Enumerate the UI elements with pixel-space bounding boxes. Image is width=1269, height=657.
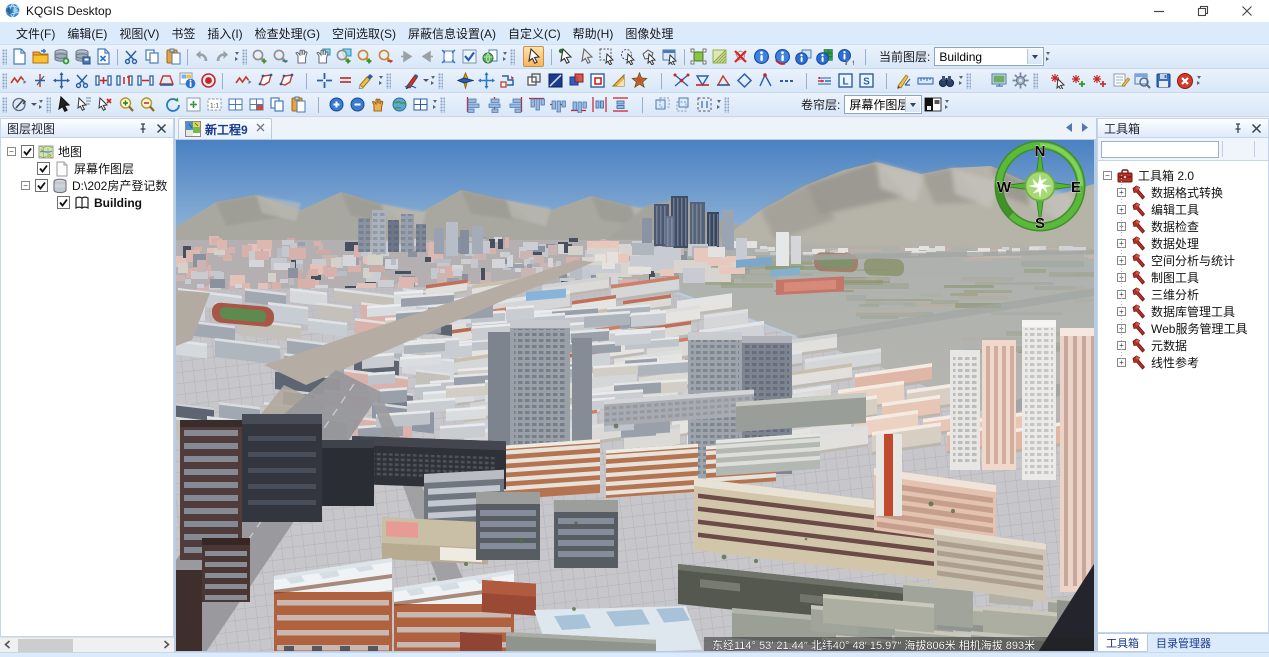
svg-text:S: S [863, 77, 870, 88]
svg-text:1:1: 1:1 [210, 103, 219, 110]
svg-text:N: N [1035, 143, 1046, 160]
svg-text:L: L [842, 77, 848, 88]
svg-text:东经114° 53′ 21.44″ 北纬40° 48′ 1: 东经114° 53′ 21.44″ 北纬40° 48′ 15.97″ 海拔806… [712, 638, 1035, 652]
svg-text:W: W [997, 179, 1012, 196]
svg-text:S: S [1035, 215, 1045, 232]
svg-text:E: E [1071, 179, 1081, 196]
